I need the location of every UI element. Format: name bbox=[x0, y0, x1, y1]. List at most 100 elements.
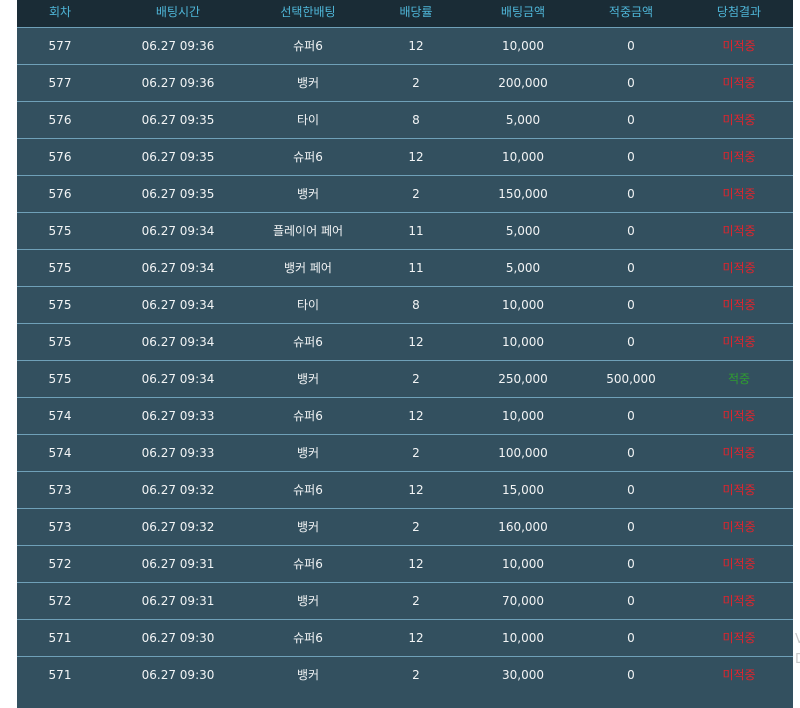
result-cell: 적중 bbox=[727, 371, 751, 386]
bet-time-cell: 06.27 09:31 bbox=[141, 593, 215, 608]
col-header-bet-amount: 배팅금액 bbox=[500, 5, 546, 19]
odds-cell: 11 bbox=[408, 260, 424, 275]
result-cell: 미적중 bbox=[722, 519, 756, 534]
round-cell: 576 bbox=[48, 112, 72, 127]
result-cell: 미적중 bbox=[722, 667, 756, 682]
col-header-selected-bet: 선택한배팅 bbox=[280, 5, 336, 19]
watermark-line: D bbox=[795, 650, 800, 670]
col-header-win-amount: 적중금액 bbox=[608, 5, 654, 19]
odds-cell: 12 bbox=[408, 408, 424, 423]
selected-bet-cell: 뱅커 bbox=[296, 371, 320, 386]
result-cell: 미적중 bbox=[722, 482, 756, 497]
win-amount-cell: 0 bbox=[627, 297, 635, 312]
table-row: 577 06.27 09:36 뱅커 2 200,000 0 미적중 bbox=[17, 64, 793, 101]
odds-cell: 8 bbox=[412, 297, 420, 312]
odds-cell: 12 bbox=[408, 482, 424, 497]
bet-time-cell: 06.27 09:32 bbox=[141, 482, 215, 497]
bet-time-cell: 06.27 09:32 bbox=[141, 519, 215, 534]
bet-time-cell: 06.27 09:34 bbox=[141, 297, 215, 312]
result-cell: 미적중 bbox=[722, 445, 756, 460]
bet-history-table: 회차 배팅시간 선택한배팅 배당률 배팅금액 적중금액 당첨결과 577 06.2… bbox=[17, 0, 793, 693]
win-amount-cell: 0 bbox=[627, 519, 635, 534]
round-cell: 572 bbox=[48, 593, 72, 608]
selected-bet-cell: 슈퍼6 bbox=[293, 482, 323, 497]
win-amount-cell: 500,000 bbox=[606, 371, 656, 386]
round-cell: 573 bbox=[48, 482, 72, 497]
bet-time-cell: 06.27 09:34 bbox=[141, 223, 215, 238]
bet-amount-cell: 30,000 bbox=[502, 667, 544, 682]
table-row: 575 06.27 09:34 뱅커 페어 11 5,000 0 미적중 bbox=[17, 249, 793, 286]
table-row: 575 06.27 09:34 슈퍼6 12 10,000 0 미적중 bbox=[17, 323, 793, 360]
round-cell: 575 bbox=[48, 223, 72, 238]
bet-amount-cell: 10,000 bbox=[502, 38, 544, 53]
bet-amount-cell: 5,000 bbox=[505, 260, 541, 275]
selected-bet-cell: 뱅커 bbox=[296, 75, 320, 90]
round-cell: 576 bbox=[48, 186, 72, 201]
table-row: 573 06.27 09:32 슈퍼6 12 15,000 0 미적중 bbox=[17, 471, 793, 508]
result-cell: 미적중 bbox=[722, 556, 756, 571]
round-cell: 573 bbox=[48, 519, 72, 534]
table-row: 575 06.27 09:34 플레이어 페어 11 5,000 0 미적중 bbox=[17, 212, 793, 249]
table-row: 571 06.27 09:30 슈퍼6 12 10,000 0 미적중 bbox=[17, 619, 793, 656]
odds-cell: 2 bbox=[412, 75, 420, 90]
table-row: 576 06.27 09:35 슈퍼6 12 10,000 0 미적중 bbox=[17, 138, 793, 175]
odds-cell: 2 bbox=[412, 667, 420, 682]
selected-bet-cell: 뱅커 bbox=[296, 445, 320, 460]
watermark-line: V bbox=[795, 632, 800, 647]
bet-amount-cell: 100,000 bbox=[498, 445, 548, 460]
bet-time-cell: 06.27 09:30 bbox=[141, 630, 215, 645]
selected-bet-cell: 슈퍼6 bbox=[293, 149, 323, 164]
bet-history-panel: 회차 배팅시간 선택한배팅 배당률 배팅금액 적중금액 당첨결과 577 06.2… bbox=[17, 0, 793, 708]
win-amount-cell: 0 bbox=[627, 260, 635, 275]
result-cell: 미적중 bbox=[722, 593, 756, 608]
bet-amount-cell: 250,000 bbox=[498, 371, 548, 386]
odds-cell: 12 bbox=[408, 630, 424, 645]
bet-time-cell: 06.27 09:30 bbox=[141, 667, 215, 682]
result-cell: 미적중 bbox=[722, 186, 756, 201]
selected-bet-cell: 뱅커 bbox=[296, 667, 320, 682]
win-amount-cell: 0 bbox=[627, 334, 635, 349]
bet-time-cell: 06.27 09:35 bbox=[141, 149, 215, 164]
bet-amount-cell: 70,000 bbox=[502, 593, 544, 608]
col-header-round: 회차 bbox=[48, 5, 72, 19]
win-amount-cell: 0 bbox=[627, 667, 635, 682]
selected-bet-cell: 슈퍼6 bbox=[293, 630, 323, 645]
bet-amount-cell: 5,000 bbox=[505, 223, 541, 238]
selected-bet-cell: 뱅커 bbox=[296, 186, 320, 201]
selected-bet-cell: 슈퍼6 bbox=[293, 38, 323, 53]
col-header-result: 당첨결과 bbox=[716, 5, 762, 19]
table-row: 575 06.27 09:34 뱅커 2 250,000 500,000 적중 bbox=[17, 360, 793, 397]
result-cell: 미적중 bbox=[722, 149, 756, 164]
bet-amount-cell: 15,000 bbox=[502, 482, 544, 497]
table-body: 577 06.27 09:36 슈퍼6 12 10,000 0 미적중 577 06.27 09… bbox=[17, 27, 793, 693]
odds-cell: 11 bbox=[408, 223, 424, 238]
result-cell: 미적중 bbox=[722, 38, 756, 53]
win-amount-cell: 0 bbox=[627, 556, 635, 571]
round-cell: 571 bbox=[48, 667, 72, 682]
bet-time-cell: 06.27 09:33 bbox=[141, 408, 215, 423]
win-amount-cell: 0 bbox=[627, 186, 635, 201]
table-row: 574 06.27 09:33 슈퍼6 12 10,000 0 미적중 bbox=[17, 397, 793, 434]
result-cell: 미적중 bbox=[722, 334, 756, 349]
bet-amount-cell: 10,000 bbox=[502, 334, 544, 349]
odds-cell: 2 bbox=[412, 371, 420, 386]
win-amount-cell: 0 bbox=[627, 482, 635, 497]
round-cell: 574 bbox=[48, 408, 72, 423]
selected-bet-cell: 뱅커 페어 bbox=[284, 260, 332, 275]
bet-time-cell: 06.27 09:35 bbox=[141, 112, 215, 127]
selected-bet-cell: 뱅커 bbox=[296, 519, 320, 534]
selected-bet-cell: 슈퍼6 bbox=[293, 334, 323, 349]
win-amount-cell: 0 bbox=[627, 112, 635, 127]
bet-amount-cell: 200,000 bbox=[498, 75, 548, 90]
result-cell: 미적중 bbox=[722, 112, 756, 127]
bet-time-cell: 06.27 09:31 bbox=[141, 556, 215, 571]
col-header-bet-time: 배팅시간 bbox=[155, 5, 201, 19]
round-cell: 575 bbox=[48, 260, 72, 275]
selected-bet-cell: 슈퍼6 bbox=[293, 556, 323, 571]
round-cell: 576 bbox=[48, 149, 72, 164]
odds-cell: 2 bbox=[412, 186, 420, 201]
table-row: 575 06.27 09:34 타이 8 10,000 0 미적중 bbox=[17, 286, 793, 323]
round-cell: 577 bbox=[48, 38, 72, 53]
win-amount-cell: 0 bbox=[627, 630, 635, 645]
result-cell: 미적중 bbox=[722, 260, 756, 275]
